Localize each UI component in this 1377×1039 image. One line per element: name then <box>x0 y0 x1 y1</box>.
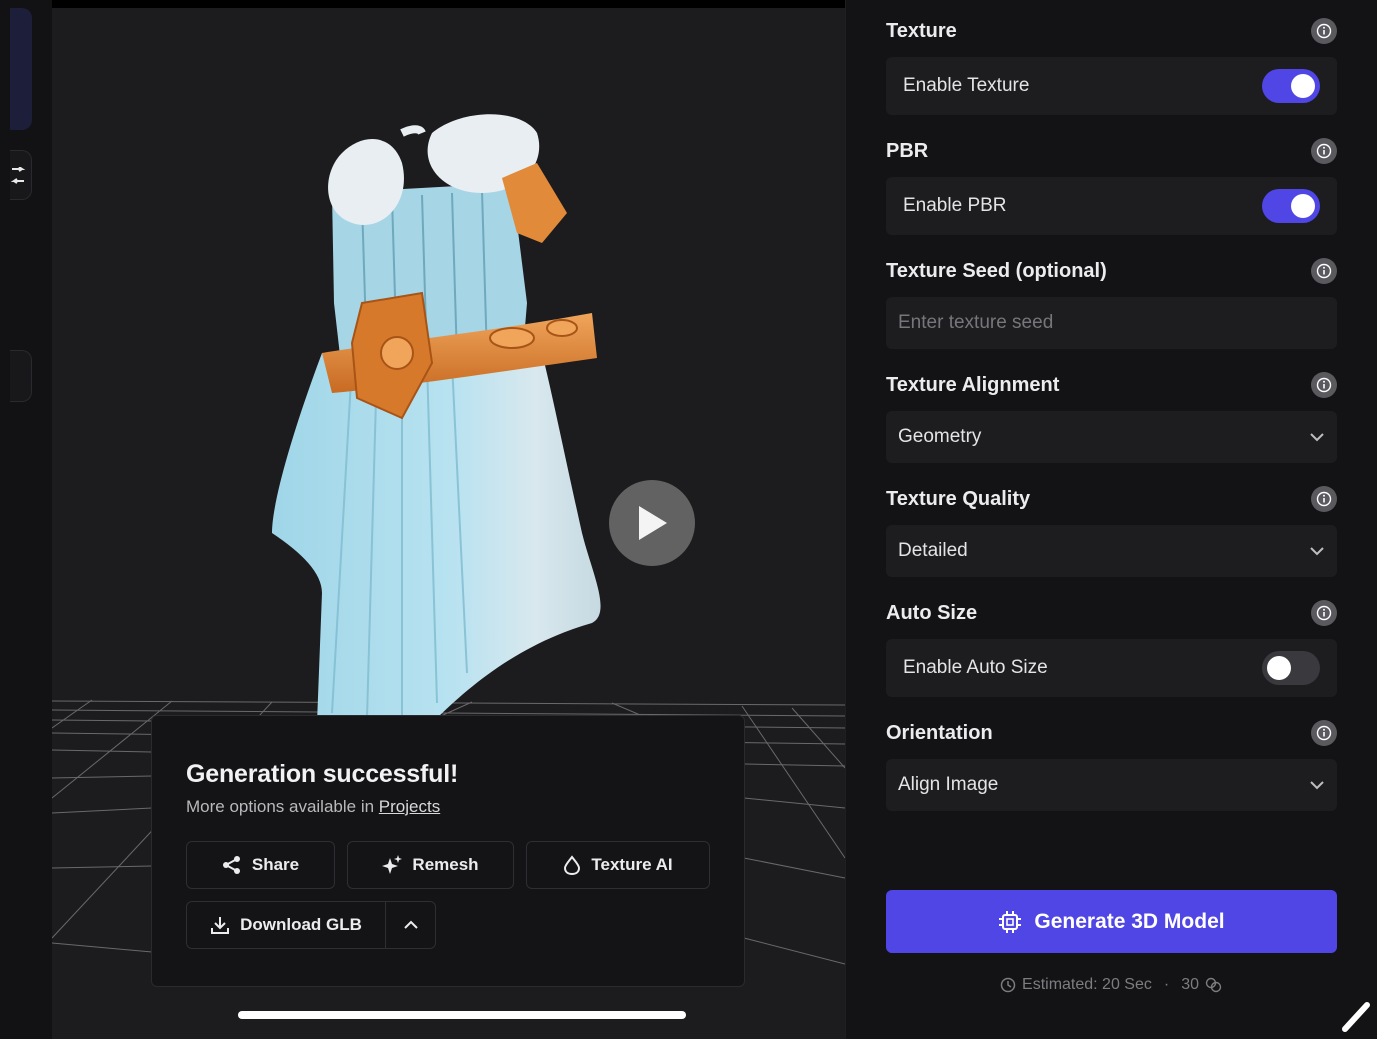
enable-pbr-toggle[interactable] <box>1262 189 1320 223</box>
download-glb-button[interactable]: Download GLB <box>186 901 386 949</box>
texture-seed-section: Texture Seed (optional) <box>886 256 1337 349</box>
chip-icon <box>999 910 1022 933</box>
orientation-select[interactable]: Align Image <box>886 759 1337 811</box>
generation-estimate: Estimated: 20 Sec · 30 <box>886 976 1337 994</box>
result-subtitle-text: More options available in <box>186 797 375 816</box>
orientation-section: Orientation Align Image <box>886 718 1337 811</box>
texture-alignment-select[interactable]: Geometry <box>886 411 1337 463</box>
home-indicator <box>238 1011 686 1019</box>
chevron-up-icon <box>403 920 418 929</box>
estimate-time: Estimated: 20 Sec <box>1022 976 1152 993</box>
enable-auto-size-row: Enable Auto Size <box>886 639 1337 697</box>
drop-icon <box>564 855 581 875</box>
pbr-label: PBR <box>886 139 929 162</box>
info-icon[interactable] <box>1311 720 1337 746</box>
texture-quality-select[interactable]: Detailed <box>886 525 1337 577</box>
auto-size-section: Auto Size Enable Auto Size <box>886 598 1337 697</box>
share-button[interactable]: Share <box>186 841 335 889</box>
texture-seed-input[interactable] <box>898 312 1325 334</box>
remesh-label: Remesh <box>412 855 479 874</box>
swap-icon <box>10 167 26 184</box>
info-icon[interactable] <box>1311 138 1337 164</box>
rail-tab-active[interactable] <box>10 8 32 130</box>
texture-alignment-label: Texture Alignment <box>886 373 1060 396</box>
download-options-button[interactable] <box>386 901 436 949</box>
projects-link[interactable]: Projects <box>379 797 440 816</box>
chevron-down-icon <box>1310 781 1324 790</box>
generation-result-card: Generation successful! More options avai… <box>151 715 745 987</box>
texture-quality-label: Texture Quality <box>886 487 1031 510</box>
coins-icon <box>1205 977 1222 993</box>
info-icon[interactable] <box>1311 600 1337 626</box>
download-group: Download GLB <box>186 901 710 949</box>
enable-texture-toggle[interactable] <box>1262 69 1320 103</box>
texture-alignment-value: Geometry <box>898 426 982 447</box>
texture-ai-button[interactable]: Texture AI <box>526 841 710 889</box>
info-icon[interactable] <box>1311 372 1337 398</box>
enable-pbr-row: Enable PBR <box>886 177 1337 235</box>
enable-auto-size-label: Enable Auto Size <box>903 657 1048 678</box>
download-icon <box>211 917 230 934</box>
settings-panel: Texture Enable Texture PBR Enable PBR Te… <box>845 0 1377 1039</box>
rail-tab-secondary[interactable] <box>10 150 32 200</box>
texture-seed-field <box>886 297 1337 349</box>
texture-quality-section: Texture Quality Detailed <box>886 484 1337 577</box>
enable-pbr-label: Enable PBR <box>903 195 1007 216</box>
play-icon <box>639 506 667 540</box>
texture-quality-value: Detailed <box>898 540 968 561</box>
result-actions: Share Remesh Texture AI <box>186 841 710 889</box>
generate-label: Generate 3D Model <box>1034 909 1225 933</box>
share-label: Share <box>251 855 300 874</box>
enable-texture-row: Enable Texture <box>886 57 1337 115</box>
generate-3d-model-button[interactable]: Generate 3D Model <box>886 890 1337 953</box>
info-icon[interactable] <box>1311 486 1337 512</box>
enable-auto-size-toggle[interactable] <box>1262 651 1320 685</box>
texture-seed-label: Texture Seed (optional) <box>886 259 1107 282</box>
chevron-down-icon <box>1310 547 1324 556</box>
texture-label: Texture <box>886 19 957 42</box>
separator-dot: · <box>1163 976 1170 993</box>
texture-section: Texture Enable Texture <box>886 16 1337 115</box>
result-title: Generation successful! <box>186 760 459 788</box>
pen-icon[interactable] <box>1337 999 1377 1035</box>
play-button[interactable] <box>609 480 695 566</box>
sparkle-icon <box>382 855 403 874</box>
clock-icon <box>1000 977 1016 993</box>
texture-alignment-section: Texture Alignment Geometry <box>886 370 1337 463</box>
result-subtitle: More options available in Projects <box>186 797 710 817</box>
enable-texture-label: Enable Texture <box>903 75 1030 96</box>
left-rail <box>0 0 52 1039</box>
pbr-section: PBR Enable PBR <box>886 136 1337 235</box>
info-icon[interactable] <box>1311 258 1337 284</box>
orientation-value: Align Image <box>898 774 999 795</box>
dress-model <box>272 114 601 723</box>
remesh-button[interactable]: Remesh <box>347 841 514 889</box>
share-icon <box>222 856 240 874</box>
rail-tab-tertiary[interactable] <box>10 350 32 402</box>
texture-ai-label: Texture AI <box>591 855 673 874</box>
credit-cost: 30 <box>1181 976 1199 993</box>
auto-size-label: Auto Size <box>886 601 978 624</box>
model-viewport[interactable]: Generation successful! More options avai… <box>52 8 845 1039</box>
orientation-label: Orientation <box>886 721 993 744</box>
chevron-down-icon <box>1310 433 1324 442</box>
download-label: Download GLB <box>240 915 362 934</box>
info-icon[interactable] <box>1311 18 1337 44</box>
